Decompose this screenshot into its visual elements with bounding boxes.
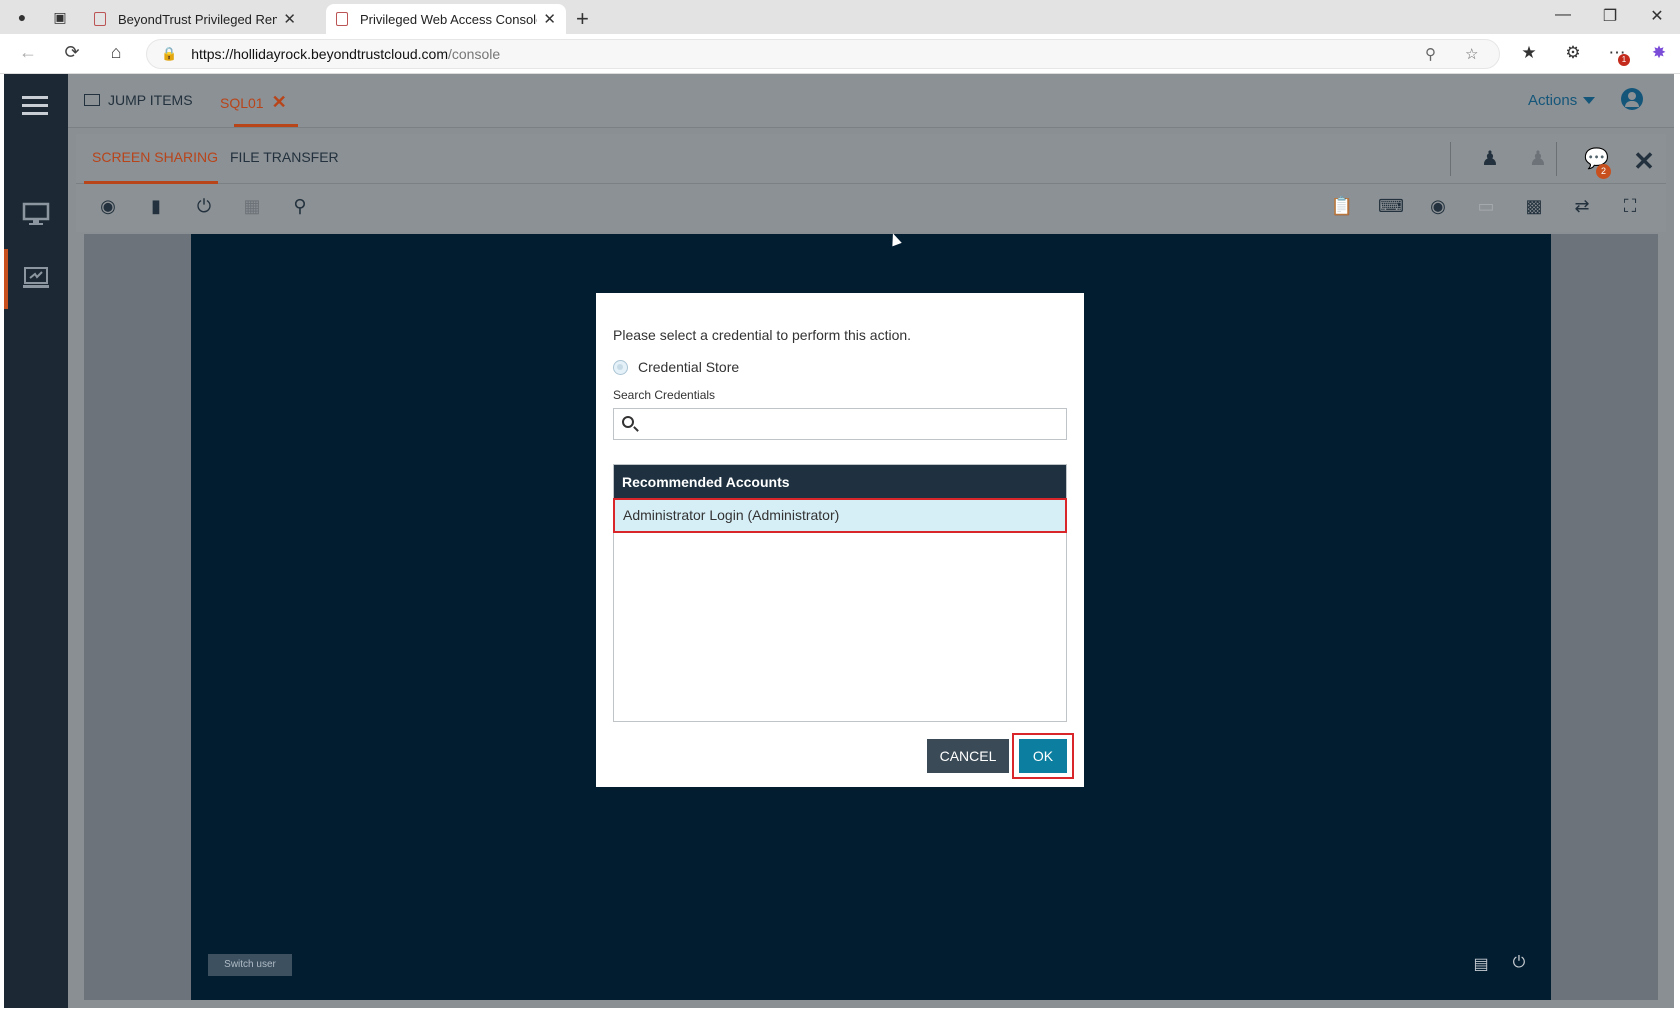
divider bbox=[1450, 142, 1451, 176]
search-credentials-field[interactable] bbox=[613, 408, 1067, 440]
menu-icon[interactable] bbox=[22, 96, 48, 120]
jump-items-icon bbox=[84, 94, 100, 106]
new-tab-icon[interactable]: + bbox=[576, 6, 589, 32]
close-icon[interactable]: ✕ bbox=[543, 10, 556, 28]
add-user-icon[interactable]: ♟ bbox=[1478, 146, 1502, 170]
session-tab-label: SQL01 bbox=[220, 94, 264, 111]
ok-button[interactable]: OK bbox=[1019, 739, 1067, 773]
chat-count-badge: 2 bbox=[1596, 164, 1611, 179]
tab-screen-sharing[interactable]: SCREEN SHARING bbox=[92, 149, 218, 165]
active-indicator bbox=[4, 249, 8, 309]
power-icon[interactable]: ⏻ bbox=[192, 196, 216, 220]
user-account-icon[interactable] bbox=[1621, 88, 1643, 110]
search-icon bbox=[622, 416, 634, 428]
home-icon[interactable]: ⌂ bbox=[104, 42, 128, 63]
browser-tab-strip: ● ▣ BeyondTrust Privileged Remote A ✕ Pr… bbox=[0, 0, 1680, 34]
refresh-icon[interactable]: ⟳ bbox=[60, 42, 84, 63]
user-disabled-icon: ♟ bbox=[1529, 148, 1547, 170]
keyboard-icon[interactable]: ⌨ bbox=[1378, 196, 1404, 220]
lock-icon: 🔒 bbox=[161, 46, 178, 61]
accounts-list: Recommended Accounts Administrator Login… bbox=[613, 464, 1067, 722]
list-header: Recommended Accounts bbox=[614, 465, 1066, 499]
radio-icon[interactable] bbox=[613, 359, 628, 375]
display-select-icon[interactable]: ▩ bbox=[1522, 196, 1546, 220]
radio-label: Credential Store bbox=[638, 359, 740, 375]
network-icon[interactable]: ▤ bbox=[1470, 954, 1492, 976]
session-subnav: SCREEN SHARING FILE TRANSFER ♟ ♟ 💬 ✕ bbox=[76, 134, 1666, 184]
credential-key-icon[interactable]: ⚲ bbox=[288, 196, 312, 220]
stop-icon[interactable]: ◉ bbox=[96, 196, 120, 220]
tab-actions-icon[interactable]: ▣ bbox=[50, 7, 70, 27]
page-icon bbox=[94, 12, 106, 26]
power-options-icon[interactable]: ⏻ bbox=[1508, 954, 1530, 976]
jump-items-tab[interactable]: JUMP ITEMS bbox=[84, 92, 193, 108]
monitor-icon[interactable] bbox=[22, 202, 50, 226]
privacy-screen-icon: ▭ bbox=[1477, 196, 1495, 216]
page-icon bbox=[336, 12, 348, 26]
mouse-icon[interactable]: ▮ bbox=[144, 196, 168, 220]
caret-down-icon bbox=[1583, 97, 1596, 104]
tab-label: Privileged Web Access Console - bbox=[360, 11, 538, 27]
close-icon[interactable]: ✕ bbox=[1632, 146, 1656, 176]
dialog-prompt: Please select a credential to perform th… bbox=[613, 327, 912, 343]
browser-tab-beyondtrust[interactable]: BeyondTrust Privileged Remote A ✕ bbox=[84, 4, 306, 34]
switch-user-button[interactable]: Switch user bbox=[208, 954, 292, 976]
jump-items-label: JUMP ITEMS bbox=[108, 92, 193, 108]
actions-menu[interactable]: Actions bbox=[1528, 92, 1596, 109]
scale-view-icon[interactable]: ⇄ bbox=[1570, 196, 1594, 220]
key-icon[interactable]: ⚲ bbox=[1425, 45, 1436, 63]
list-item[interactable]: Administrator Login (Administrator) bbox=[613, 498, 1067, 533]
back-icon[interactable]: ← bbox=[16, 42, 40, 63]
url-field[interactable]: 🔒 https://hollidayrock.beyondtrustcloud.… bbox=[146, 39, 1500, 69]
credential-store-radio[interactable]: Credential Store bbox=[613, 359, 739, 375]
session-tab-underline bbox=[234, 124, 298, 127]
clipboard-icon[interactable]: 📋 bbox=[1330, 196, 1354, 220]
browser-tab-console[interactable]: Privileged Web Access Console - ✕ bbox=[326, 4, 566, 34]
jump-client-icon[interactable] bbox=[22, 266, 50, 290]
credential-dialog: Please select a credential to perform th… bbox=[596, 293, 1084, 787]
ok-highlight: OK bbox=[1012, 733, 1074, 779]
close-icon[interactable]: ✕ bbox=[283, 10, 296, 28]
profile-icon[interactable]: ● bbox=[12, 7, 32, 27]
window-close-icon[interactable]: ✕ bbox=[1634, 6, 1680, 26]
extensions-icon[interactable]: ⚙ bbox=[1562, 43, 1584, 63]
top-navigation: JUMP ITEMS SQL01 ✕ Actions bbox=[68, 74, 1674, 128]
search-label: Search Credentials bbox=[613, 388, 716, 402]
favorite-star-icon[interactable]: ☆ bbox=[1465, 45, 1478, 63]
url-path: /console bbox=[448, 46, 501, 62]
screen-sharing-toolbar: ◉ ▮ ⏻ ▦ ⚲ 📋 ⌨ ◉ ▭ ▩ ⇄ ⛶ bbox=[76, 184, 1666, 232]
address-bar-row: ← ⟳ ⌂ 🔒 https://hollidayrock.beyondtrust… bbox=[0, 34, 1680, 74]
session-tab-sql01[interactable]: SQL01 ✕ bbox=[220, 92, 287, 113]
actions-label: Actions bbox=[1528, 92, 1578, 109]
notification-badge: 1 bbox=[1618, 54, 1630, 66]
url-host: https://hollidayrock.beyondtrustcloud.co… bbox=[191, 46, 448, 62]
tab-label: BeyondTrust Privileged Remote A bbox=[118, 11, 277, 27]
tab-file-transfer[interactable]: FILE TRANSFER bbox=[230, 149, 339, 165]
left-rail bbox=[4, 74, 68, 1008]
close-session-icon[interactable]: ✕ bbox=[272, 92, 287, 113]
minimize-icon[interactable]: — bbox=[1540, 6, 1586, 24]
copilot-icon[interactable]: ✸ bbox=[1648, 43, 1670, 63]
search-credentials-input[interactable] bbox=[644, 409, 1064, 439]
cancel-button[interactable]: CANCEL bbox=[927, 739, 1009, 773]
restore-icon[interactable]: ❐ bbox=[1587, 6, 1633, 26]
favorites-icon[interactable]: ★ bbox=[1518, 43, 1540, 63]
special-keys-icon: ▦ bbox=[243, 196, 261, 216]
screenshot-camera-icon[interactable]: ◉ bbox=[1426, 196, 1450, 220]
divider bbox=[1556, 142, 1557, 176]
fullscreen-icon[interactable]: ⛶ bbox=[1618, 196, 1642, 220]
